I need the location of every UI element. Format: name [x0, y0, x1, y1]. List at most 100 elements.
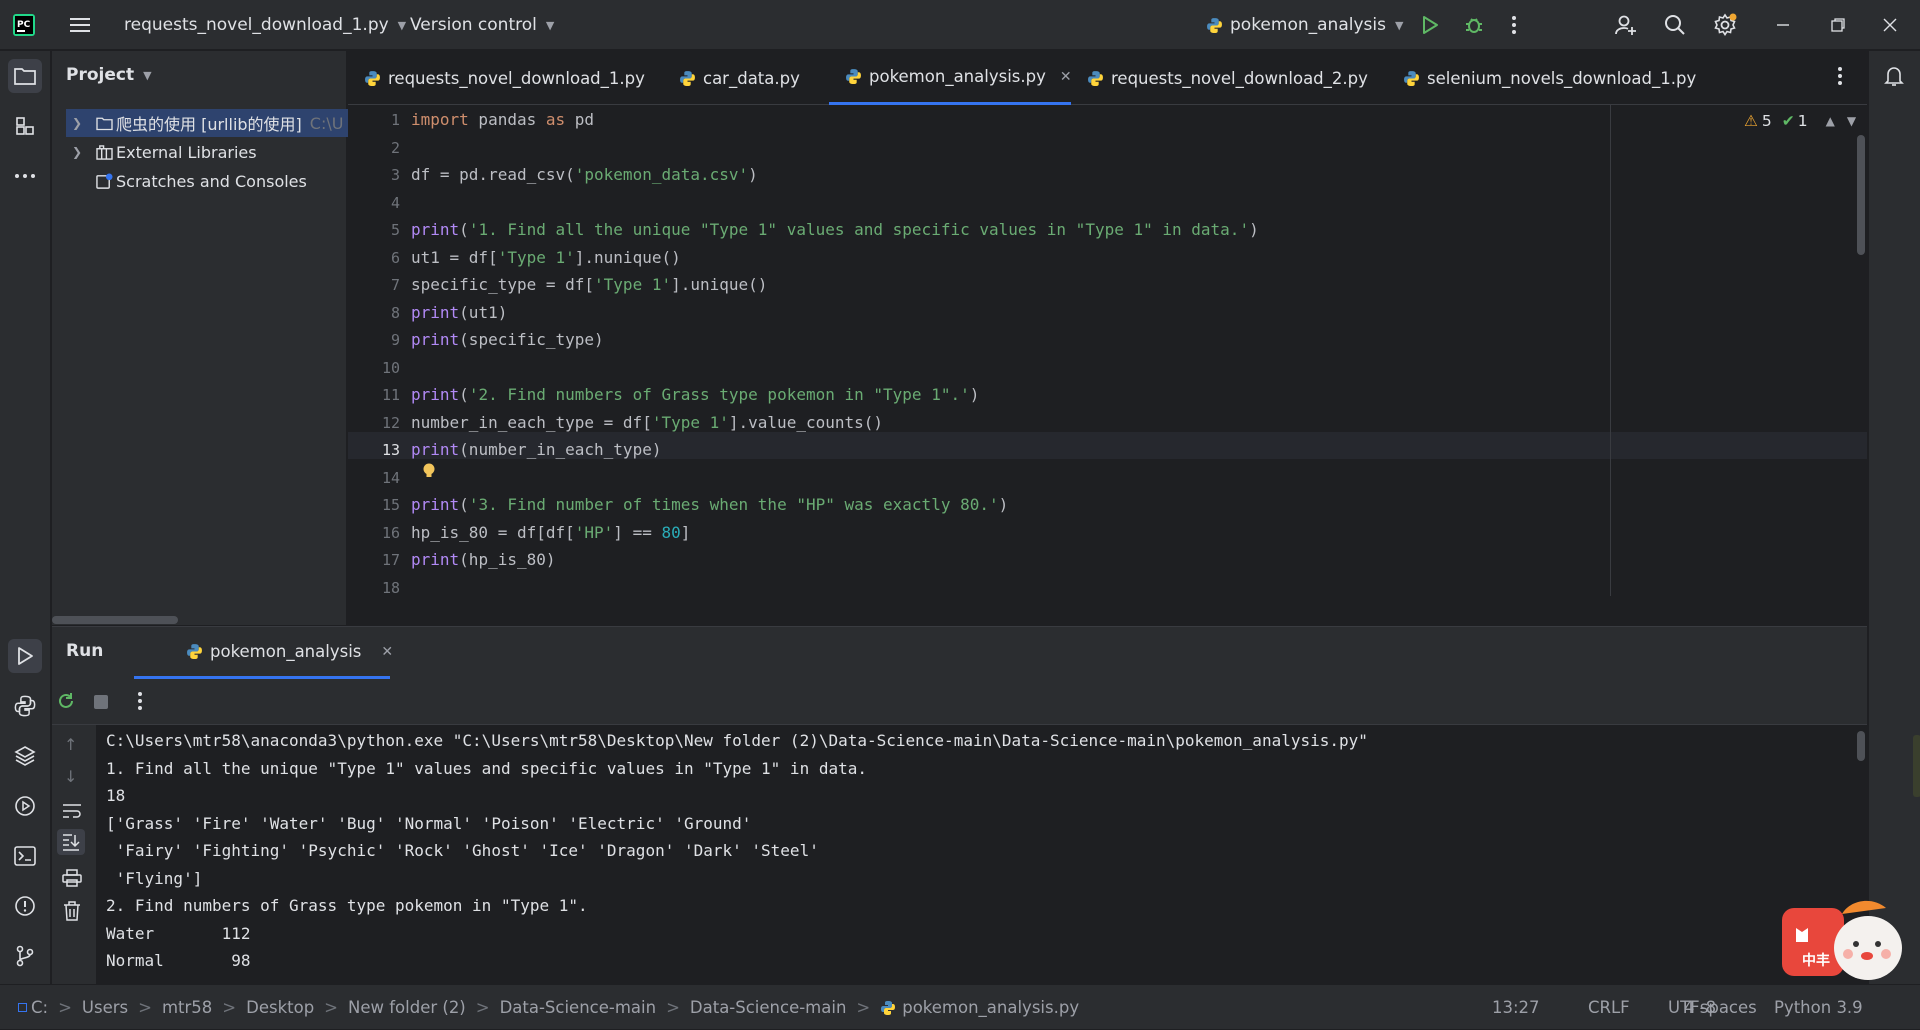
line-separator[interactable]: CRLF [1588, 985, 1630, 1030]
settings-button[interactable] [1709, 10, 1741, 40]
chevron-down-icon[interactable]: ▼ [1847, 114, 1856, 128]
breadcrumb-item[interactable]: pokemon_analysis.py [902, 998, 1079, 1017]
debug-button[interactable] [1458, 10, 1490, 40]
console-output[interactable]: C:\Users\mtr58\anaconda3\python.exe "C:\… [106, 725, 1856, 985]
run-config-selector[interactable]: pokemon_analysis ▼ [1206, 0, 1403, 50]
scroll-to-end-button[interactable] [57, 829, 85, 855]
tree-item-external-libraries[interactable]: ❯ External Libraries [68, 138, 257, 166]
tab-requests-novel-download-1[interactable]: requests_novel_download_1.py [364, 51, 645, 105]
run-tab-pokemon-analysis[interactable]: pokemon_analysis ✕ [134, 627, 393, 679]
code-token: print [411, 550, 460, 569]
tab-pokemon-analysis[interactable]: pokemon_analysis.py ✕ [829, 51, 1072, 105]
project-tool-button[interactable] [8, 59, 42, 93]
chevron-up-icon[interactable]: ▲ [1826, 114, 1835, 128]
line-number: 8 [390, 303, 400, 322]
code-token: pandas [468, 110, 546, 129]
python-file-icon [846, 69, 861, 84]
more-vertical-icon [1512, 16, 1516, 34]
soft-wrap-icon[interactable] [62, 803, 82, 819]
line-number: 7 [390, 276, 400, 294]
pycharm-logo-icon[interactable]: PC [8, 10, 40, 40]
tab-car-data[interactable]: car_data.py [679, 51, 800, 105]
console-scrollbar[interactable] [1857, 731, 1865, 761]
run-tool-button[interactable] [8, 639, 42, 673]
chevron-right-icon: > [222, 998, 237, 1017]
git-tool-button[interactable] [8, 939, 42, 973]
minimize-button[interactable] [1767, 10, 1799, 40]
close-button[interactable] [1874, 10, 1906, 40]
line-number: 13 [381, 441, 400, 459]
python-file-icon [365, 70, 380, 86]
python-outline-icon [14, 695, 36, 717]
tree-item-project-root[interactable]: ❯ 爬虫的使用 [urllib的使用] C:\U [66, 109, 348, 137]
tab-label: car_data.py [703, 68, 800, 88]
code-line: number_in_each_type = df['Type 1'].value… [411, 409, 883, 436]
notifications-button[interactable] [1877, 59, 1911, 93]
tab-requests-novel-download-2[interactable]: requests_novel_download_2.py [1087, 51, 1368, 105]
tree-item-label: 爬虫的使用 [urllib的使用] [116, 115, 302, 134]
code-line: import pandas as pd [411, 106, 594, 133]
tab-label: pokemon_analysis.py [869, 67, 1046, 86]
breadcrumb-item[interactable]: mtr58 [162, 998, 212, 1017]
terminal-tool-button[interactable] [8, 839, 42, 873]
project-file-menu[interactable]: requests_novel_download_1.py ▼ [124, 0, 406, 50]
stop-icon[interactable] [94, 695, 108, 709]
mascot-icon [1782, 900, 1902, 980]
restore-button[interactable] [1822, 10, 1854, 40]
problems-tool-button[interactable] [8, 889, 42, 923]
services-tool-button[interactable] [8, 789, 42, 823]
tree-item-scratches[interactable]: Scratches and Consoles [96, 167, 307, 195]
indent-setting[interactable]: 4 spaces [1684, 985, 1757, 1030]
breadcrumb-item[interactable]: Data-Science-main [690, 998, 847, 1017]
breadcrumb-item[interactable]: Users [82, 998, 128, 1017]
close-tab-icon[interactable]: ✕ [1060, 69, 1072, 85]
bell-icon [1884, 67, 1904, 86]
layers-tool-button[interactable] [8, 739, 42, 773]
add-user-button[interactable] [1610, 10, 1642, 40]
search-button[interactable] [1659, 10, 1691, 40]
arrow-down-icon[interactable]: ↓ [64, 767, 77, 786]
line-number: 17 [381, 551, 400, 569]
run-button[interactable] [1414, 10, 1446, 40]
chevron-right-icon: > [138, 998, 152, 1017]
rerun-button[interactable] [56, 691, 76, 715]
console-line: C:\Users\mtr58\anaconda3\python.exe "C:\… [106, 731, 1368, 750]
code-line: print(number_in_each_type) [411, 436, 661, 463]
structure-tool-button[interactable] [8, 109, 42, 143]
editor-tabs: requests_novel_download_1.py car_data.py… [348, 51, 1867, 105]
run-more-button[interactable] [138, 692, 142, 714]
scroll-end-icon [63, 834, 80, 851]
run-panel: Run pokemon_analysis ✕ ↑ ↓ C:\Users\mtr5… [52, 626, 1867, 985]
breadcrumb-item[interactable]: New folder (2) [348, 998, 466, 1017]
horizontal-scrollbar[interactable] [52, 616, 178, 624]
code-token: ] == [613, 522, 662, 542]
more-vertical-icon [138, 692, 142, 710]
code-token: 'Type 1' [651, 412, 729, 432]
git-branch-icon [16, 945, 34, 967]
editor-scrollbar[interactable] [1857, 135, 1865, 255]
code-area[interactable]: import pandas as pd df = pd.read_csv('pok… [411, 105, 1801, 596]
more-tools-button[interactable] [8, 159, 42, 193]
breadcrumb-item[interactable]: C: [31, 998, 48, 1017]
arrow-up-icon[interactable]: ↑ [64, 735, 77, 754]
breadcrumb-item[interactable]: Desktop [246, 998, 314, 1017]
lightbulb-icon[interactable] [422, 463, 436, 479]
tab-actions-button[interactable] [1838, 67, 1842, 89]
project-panel-title[interactable]: Project ▼ [66, 65, 152, 85]
line-number: 2 [390, 138, 400, 157]
python-interpreter[interactable]: Python 3.9 [1774, 985, 1863, 1030]
close-tab-icon[interactable]: ✕ [381, 644, 393, 660]
python-file-icon [881, 1000, 896, 1015]
tab-selenium-novels-download-1[interactable]: selenium_novels_download_1.py [1403, 51, 1696, 105]
python-packages-button[interactable] [8, 689, 42, 723]
trash-icon[interactable] [63, 901, 81, 921]
main-menu-icon[interactable] [64, 10, 96, 40]
caret-position[interactable]: 13:27 [1492, 985, 1540, 1030]
print-icon[interactable] [62, 869, 82, 887]
version-control-menu[interactable]: Version control ▼ [410, 0, 554, 50]
more-actions-button[interactable] [1498, 10, 1530, 40]
mascot-badge[interactable]: 中丰 [1782, 892, 1904, 984]
breadcrumb-item[interactable]: Data-Science-main [500, 998, 657, 1017]
line-number: 1 [390, 111, 400, 129]
search-icon [1665, 15, 1685, 35]
